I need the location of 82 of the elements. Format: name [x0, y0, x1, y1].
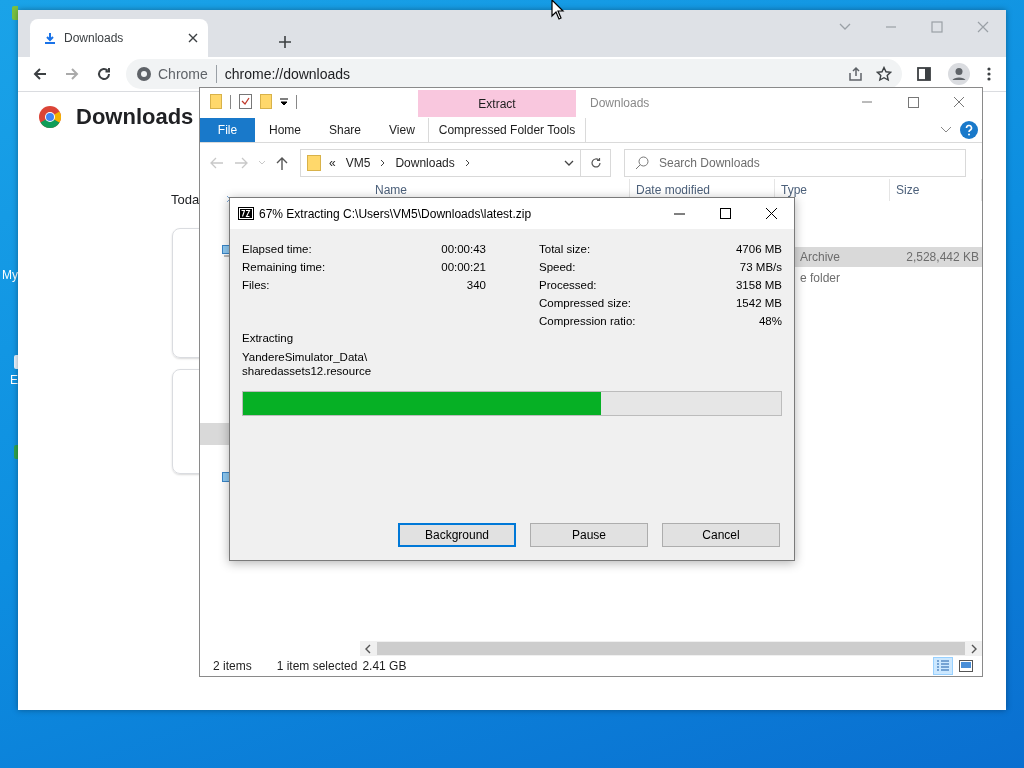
chrome-logo-icon [38, 105, 62, 129]
stat-value: 00:00:43 [441, 243, 486, 255]
breadcrumb-item[interactable]: VM5 [345, 156, 371, 170]
type-cell: Archive [800, 250, 840, 264]
stat-value: 48% [758, 315, 782, 327]
address-bar[interactable]: Chrome chrome://downloads [126, 59, 902, 89]
contextual-tab-header: Extract [418, 90, 576, 117]
stat-label: Files: [242, 279, 270, 291]
refresh-icon [589, 157, 602, 169]
window-title: Downloads [590, 96, 651, 110]
stat-label: Remaining time: [242, 261, 326, 273]
help-icon[interactable] [960, 121, 978, 139]
stat-value: 73 MB/s [739, 261, 782, 273]
section-heading: Toda [171, 192, 200, 207]
stat-label: Compressed size: [539, 297, 632, 309]
stat-value: 3158 MB [735, 279, 782, 291]
menu-icon[interactable] [986, 66, 992, 82]
overflow-icon[interactable]: « [329, 156, 336, 170]
scroll-left-icon[interactable] [363, 643, 373, 654]
dialog-button[interactable]: Cancel [662, 523, 780, 547]
search-field[interactable]: Search Downloads [624, 149, 966, 177]
size-cell: 2,528,442 KB [906, 250, 979, 264]
up-icon[interactable] [276, 156, 288, 170]
details-view-icon [936, 660, 950, 672]
ribbon-tab[interactable]: Share [315, 118, 376, 142]
site-label: Chrome [158, 66, 208, 82]
breadcrumb-item[interactable]: Downloads [395, 156, 455, 170]
forward-icon[interactable] [64, 66, 80, 82]
stat-value: 340 [466, 279, 486, 291]
cursor-icon [551, 0, 565, 20]
reload-icon[interactable] [96, 66, 112, 82]
url-text: chrome://downloads [224, 66, 351, 82]
chrome-logo-icon [136, 66, 152, 82]
status-text: Extracting [242, 332, 295, 344]
column-header[interactable]: Type [781, 183, 807, 197]
download-icon [44, 32, 56, 44]
folder-icon [307, 155, 321, 171]
refresh-button[interactable] [581, 149, 611, 177]
share-icon[interactable] [848, 66, 864, 82]
file-path: sharedassets12.resource [242, 364, 373, 378]
large-icons-view-icon [959, 660, 973, 672]
selection-size: 2.41 GB [362, 659, 407, 673]
ribbon-tab[interactable]: Home [255, 118, 315, 142]
column-header[interactable]: Size [896, 183, 920, 197]
stat-value: 00:00:21 [441, 261, 486, 273]
app-logo-icon [238, 207, 254, 220]
horizontal-scrollbar[interactable] [360, 641, 982, 656]
expand-icon[interactable] [226, 195, 232, 203]
search-icon [635, 156, 649, 170]
dropdown-icon[interactable] [280, 97, 288, 106]
ribbon-tab[interactable]: View [375, 118, 429, 142]
scroll-right-icon[interactable] [969, 643, 979, 654]
column-header[interactable]: Name [375, 183, 407, 197]
profile-icon[interactable] [948, 63, 970, 85]
stat-label: Compression ratio: [539, 315, 636, 327]
stat-label: Speed: [539, 261, 576, 273]
chevron-icon[interactable] [380, 159, 386, 167]
column-header[interactable]: Date modified [636, 183, 711, 197]
stat-value: 4706 MB [735, 243, 782, 255]
dialog-button[interactable]: Background [398, 523, 516, 547]
back-icon[interactable] [32, 66, 48, 82]
close-icon[interactable] [188, 33, 198, 43]
stat-label: Elapsed time: [242, 243, 312, 255]
side-panel-icon[interactable] [916, 66, 932, 82]
stat-label: Total size: [539, 243, 591, 255]
stat-value: 1542 MB [735, 297, 782, 309]
dropdown-icon[interactable] [564, 160, 574, 166]
dialog-button[interactable]: Pause [530, 523, 648, 547]
selection-status: 1 item selected [276, 659, 358, 673]
browser-tab[interactable]: Downloads [30, 19, 208, 57]
view-button[interactable] [956, 657, 976, 675]
chevron-icon[interactable] [464, 159, 470, 167]
item-count: 2 items [213, 659, 252, 673]
new-tab-icon[interactable] [278, 35, 292, 49]
star-icon[interactable] [876, 66, 892, 82]
address-bar[interactable]: « VM5 Downloads [300, 149, 581, 177]
file-path: YandereSimulator_Data\ [242, 350, 369, 364]
properties-icon[interactable] [239, 94, 252, 109]
file-tab[interactable]: File [200, 118, 255, 142]
dialog-title: 67% Extracting C:\Users\VM5\Downloads\latest.zip [259, 206, 533, 221]
stat-label: Processed: [539, 279, 597, 291]
page-title: Downloads [76, 104, 194, 130]
